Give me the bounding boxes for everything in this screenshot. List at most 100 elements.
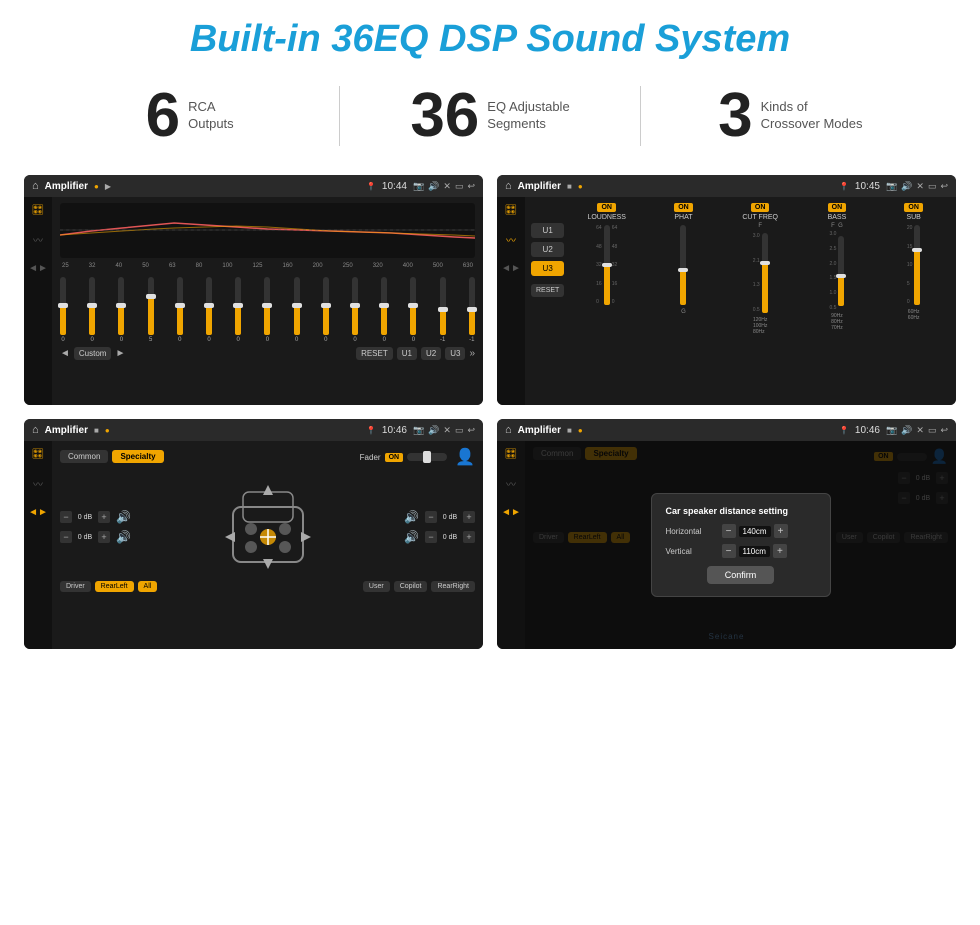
close-icon-3[interactable]: ✕ bbox=[443, 425, 451, 436]
home-icon-4[interactable]: ⌂ bbox=[505, 424, 512, 436]
eq-icon-3[interactable]: 🎛 bbox=[32, 449, 45, 460]
phat-on[interactable]: ON bbox=[674, 203, 693, 212]
all-btn[interactable]: All bbox=[138, 581, 158, 592]
speaker-icon-4[interactable]: ◄► bbox=[501, 507, 521, 518]
reset-btn[interactable]: RESET bbox=[356, 347, 393, 360]
wave-icon-3[interactable]: 〰 bbox=[33, 476, 43, 491]
fader-slider[interactable] bbox=[407, 453, 447, 461]
prev-arrow[interactable]: ◄ bbox=[60, 348, 70, 359]
window-icon: ▭ bbox=[455, 181, 464, 192]
back-icon-3[interactable]: ↩ bbox=[467, 425, 475, 436]
sub-slider[interactable] bbox=[914, 225, 920, 305]
next-arrow[interactable]: ► bbox=[115, 348, 125, 359]
eq-slider-14[interactable]: -1 bbox=[469, 277, 475, 343]
eq-slider-12[interactable]: 0 bbox=[410, 277, 416, 343]
u1-select-btn[interactable]: U1 bbox=[531, 223, 564, 238]
wave-icon-4[interactable]: 〰 bbox=[506, 476, 516, 491]
home-icon-3[interactable]: ⌂ bbox=[32, 424, 39, 436]
rearleft-btn[interactable]: RearLeft bbox=[95, 581, 134, 592]
horizontal-plus[interactable]: + bbox=[774, 524, 788, 538]
eq-slider-13[interactable]: -1 bbox=[440, 277, 446, 343]
more-icon[interactable]: » bbox=[469, 348, 475, 359]
u2-btn[interactable]: U2 bbox=[421, 347, 441, 360]
screen2-topbar-icons: 📷 🔊 ✕ ▭ ↩ bbox=[886, 181, 948, 192]
speaker-icon-2[interactable]: ◄► bbox=[501, 263, 521, 274]
eq-slider-7[interactable]: 0 bbox=[264, 277, 270, 343]
wave-icon[interactable]: 〰 bbox=[33, 232, 43, 247]
close-icon[interactable]: ✕ bbox=[443, 181, 451, 192]
screen2-topbar: ⌂ Amplifier ■ ● 📍 10:45 📷 🔊 ✕ ▭ ↩ bbox=[497, 175, 956, 197]
eq-slider-10[interactable]: 0 bbox=[352, 277, 358, 343]
eq-icon[interactable]: 🎛 bbox=[32, 205, 45, 216]
phat-slider[interactable] bbox=[680, 225, 686, 305]
u3-select-btn[interactable]: U3 bbox=[531, 261, 564, 276]
eq-icon-4[interactable]: 🎛 bbox=[505, 449, 518, 460]
cross-reset-btn[interactable]: RESET bbox=[531, 284, 564, 297]
eq-slider-5[interactable]: 0 bbox=[206, 277, 212, 343]
fl-minus[interactable]: − bbox=[60, 511, 72, 523]
cutfreq-on[interactable]: ON bbox=[751, 203, 770, 212]
screen3-time: 10:46 bbox=[382, 425, 407, 436]
dot2-icon: ● bbox=[578, 182, 583, 191]
specialty-tab[interactable]: Specialty bbox=[112, 450, 163, 463]
play-icon[interactable]: ▶ bbox=[105, 182, 111, 191]
window-icon-4: ▭ bbox=[928, 425, 937, 436]
sub-on[interactable]: ON bbox=[904, 203, 923, 212]
loudness-on[interactable]: ON bbox=[597, 203, 616, 212]
speaker-left-icon[interactable]: ◄► bbox=[28, 263, 48, 274]
rl-minus[interactable]: − bbox=[60, 531, 72, 543]
close-icon-2[interactable]: ✕ bbox=[916, 181, 924, 192]
eq-slider-4[interactable]: 0 bbox=[177, 277, 183, 343]
cutfreq-slider[interactable] bbox=[762, 233, 768, 313]
eq-slider-2[interactable]: 0 bbox=[118, 277, 124, 343]
eq-slider-0[interactable]: 0 bbox=[60, 277, 66, 343]
fader-on-btn[interactable]: ON bbox=[385, 453, 404, 462]
eq-slider-11[interactable]: 0 bbox=[381, 277, 387, 343]
vertical-label: Vertical bbox=[666, 547, 716, 556]
save-dot-icon: ■ bbox=[567, 182, 572, 191]
vertical-plus[interactable]: + bbox=[773, 544, 787, 558]
u1-btn[interactable]: U1 bbox=[397, 347, 417, 360]
eq-slider-8[interactable]: 0 bbox=[294, 277, 300, 343]
home-icon-2[interactable]: ⌂ bbox=[505, 180, 512, 192]
horizontal-minus[interactable]: − bbox=[722, 524, 736, 538]
loudness-slider[interactable] bbox=[604, 225, 610, 305]
copilot-btn[interactable]: Copilot bbox=[394, 581, 428, 592]
eq-slider-9[interactable]: 0 bbox=[323, 277, 329, 343]
pin-icon-2: 📍 bbox=[839, 182, 849, 191]
driver-btn[interactable]: Driver bbox=[60, 581, 91, 592]
u3-btn[interactable]: U3 bbox=[445, 347, 465, 360]
fr-value: 0 dB bbox=[439, 514, 461, 521]
fr-plus[interactable]: + bbox=[463, 511, 475, 523]
home-icon[interactable]: ⌂ bbox=[32, 180, 39, 192]
horizontal-ctrl: − 140cm + bbox=[722, 524, 788, 538]
bass-on[interactable]: ON bbox=[828, 203, 847, 212]
confirm-button[interactable]: Confirm bbox=[707, 566, 775, 584]
back-icon[interactable]: ↩ bbox=[467, 181, 475, 192]
common-tab[interactable]: Common bbox=[60, 450, 108, 463]
rr-minus[interactable]: − bbox=[425, 531, 437, 543]
eq-slider-1[interactable]: 0 bbox=[89, 277, 95, 343]
rearright-btn[interactable]: RearRight bbox=[431, 581, 475, 592]
eq-icon-2[interactable]: 🎛 bbox=[505, 205, 518, 216]
fl-plus[interactable]: + bbox=[98, 511, 110, 523]
rr-plus[interactable]: + bbox=[463, 531, 475, 543]
front-left-speaker-icon: 🔊 bbox=[116, 510, 131, 524]
speaker-icon-3[interactable]: ◄► bbox=[28, 507, 48, 518]
rear-left-ctrl: − 0 dB + 🔊 bbox=[60, 530, 135, 544]
user-btn[interactable]: User bbox=[363, 581, 390, 592]
eq-slider-6[interactable]: 0 bbox=[235, 277, 241, 343]
wave-icon-2[interactable]: 〰 bbox=[506, 232, 516, 247]
custom-btn[interactable]: Custom bbox=[74, 347, 112, 360]
vertical-minus[interactable]: − bbox=[722, 544, 736, 558]
u2-select-btn[interactable]: U2 bbox=[531, 242, 564, 257]
back-icon-2[interactable]: ↩ bbox=[940, 181, 948, 192]
eq-slider-3[interactable]: 5 bbox=[148, 277, 154, 343]
rl-plus[interactable]: + bbox=[98, 531, 110, 543]
bass-slider[interactable] bbox=[838, 236, 844, 306]
back-icon-4[interactable]: ↩ bbox=[940, 425, 948, 436]
camera-icon-2: 📷 bbox=[886, 181, 897, 192]
fr-minus[interactable]: − bbox=[425, 511, 437, 523]
close-icon-4[interactable]: ✕ bbox=[916, 425, 924, 436]
stat-crossover: 3 Kinds of Crossover Modes bbox=[641, 85, 940, 147]
